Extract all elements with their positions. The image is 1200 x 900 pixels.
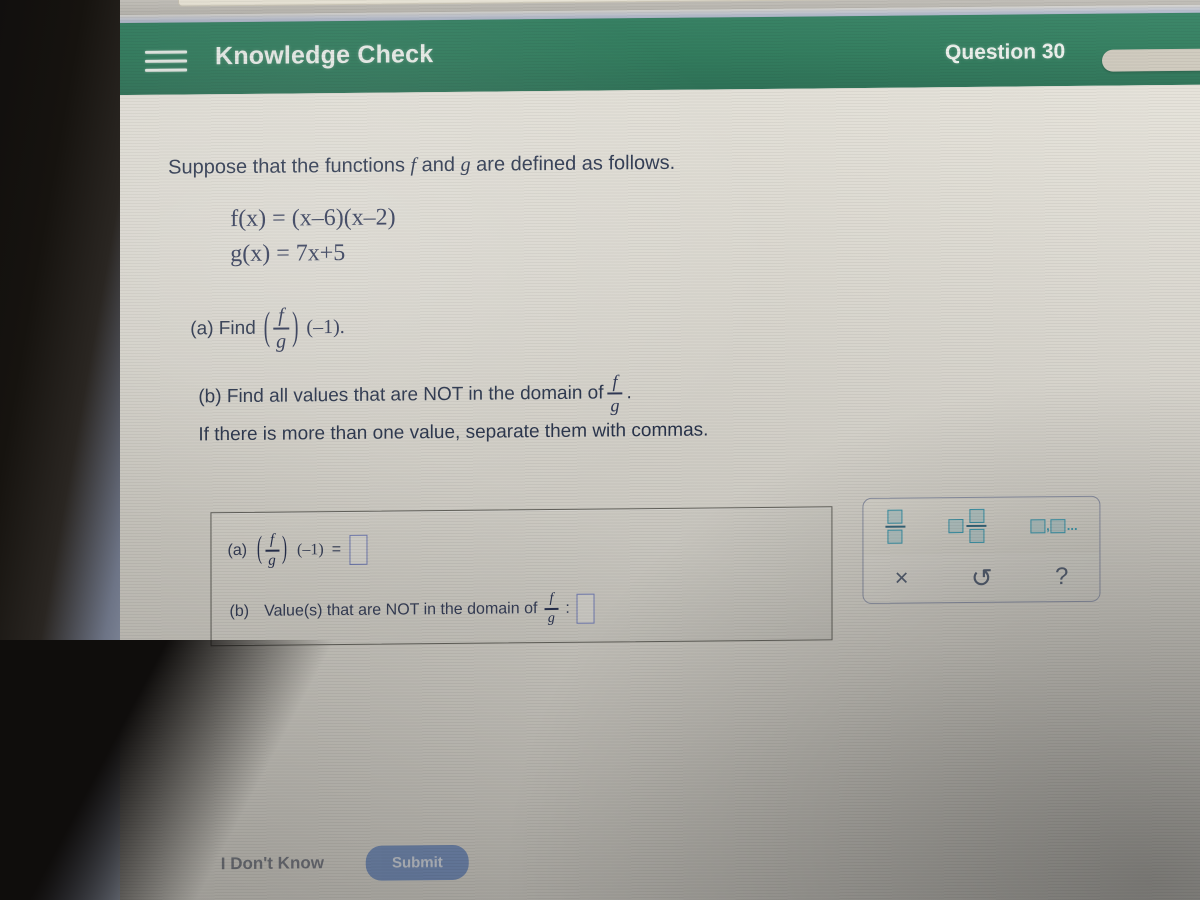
- fraction-denominator: g: [547, 610, 555, 626]
- fraction-bar: [265, 549, 280, 552]
- answer-b-colon: :: [565, 599, 570, 617]
- keypad-actions-row: × ↺ ?: [863, 552, 1100, 604]
- answer-a-equals: =: [331, 540, 342, 558]
- math-keypad: , ... × ↺ ?: [862, 495, 1101, 605]
- prompt-var-g: g: [460, 153, 471, 176]
- f-over-g-fraction: f g: [265, 531, 280, 569]
- function-definitions: f(x) = (x–6)(x–2) g(x) = 7x+5: [230, 200, 396, 271]
- right-paren: ): [282, 532, 288, 567]
- prompt-var-f: f: [410, 154, 417, 177]
- part-a-label: (a) Find: [190, 317, 256, 340]
- answer-b-fraction: f g: [544, 590, 559, 626]
- reload-icon[interactable]: ↻: [118, 0, 134, 2]
- right-paren: ): [292, 305, 299, 350]
- part-a-argument: (–1).: [306, 316, 345, 339]
- fraction-bar: [607, 392, 623, 395]
- fraction-denominator-slot-icon: [969, 528, 985, 543]
- fraction-numerator: f: [269, 531, 275, 548]
- progress-bar: [1102, 47, 1200, 72]
- fraction-numerator: f: [278, 304, 284, 327]
- question-footer: I Don't Know Submit: [221, 838, 701, 887]
- prompt-text-2: are defined as follows.: [476, 151, 676, 176]
- answer-a-argument: (–1): [297, 540, 324, 559]
- answer-row-b: (b) Value(s) that are NOT in the domain …: [229, 590, 595, 629]
- answer-a-expression: ( f g ): [255, 531, 289, 569]
- left-paren: (: [263, 305, 271, 350]
- fraction-bar-icon: [966, 524, 987, 528]
- app-header: Knowledge Check Question 30: [90, 12, 1200, 96]
- answer-row-a: (a) ( f g ) (–1) =: [227, 531, 368, 569]
- fraction-numerator-slot-icon: [969, 508, 985, 523]
- part-b-prompt: (b) Find all values that are NOT in the …: [198, 371, 632, 418]
- definition-g: g(x) = 7x+5: [230, 239, 346, 267]
- prompt-text-1: Suppose that the functions: [168, 154, 405, 179]
- f-over-g-fraction: f g: [273, 304, 290, 353]
- part-b-fraction: f g: [607, 371, 623, 416]
- fraction-denominator: g: [610, 394, 620, 416]
- fraction-button[interactable]: [885, 509, 906, 544]
- back-icon[interactable]: ‹: [36, 0, 42, 2]
- app-title: Knowledge Check: [215, 40, 434, 71]
- part-b-period: .: [626, 382, 632, 404]
- keypad-templates-row: , ...: [863, 497, 1099, 555]
- fraction-bar: [544, 607, 559, 610]
- fraction-denominator: g: [268, 552, 276, 569]
- fraction-denominator: g: [276, 330, 287, 353]
- whole-number-slot-icon: [948, 519, 964, 534]
- list-ellipsis: ...: [1066, 517, 1078, 533]
- fraction-numerator-slot-icon: [887, 509, 903, 524]
- answer-a-input[interactable]: [349, 534, 368, 565]
- left-paren: (: [257, 532, 263, 567]
- definition-f: f(x) = (x–6)(x–2): [230, 204, 396, 233]
- question-body: Suppose that the functions f and g are d…: [90, 84, 1200, 900]
- fraction-denominator-slot-icon: [887, 529, 903, 544]
- part-b-label: (b) Find all values that are NOT in the …: [198, 382, 604, 408]
- part-a-expression: ( f g ): [262, 304, 301, 353]
- photo-of-screen: ‹ ↻ □ https://www-awa.aleks.com/alekscgi…: [0, 0, 1200, 900]
- question-counter: Question 30: [945, 40, 1066, 65]
- mixed-fraction-icon: [966, 508, 987, 543]
- part-a-prompt: (a) Find ( f g ) (–1).: [190, 304, 345, 353]
- clear-icon[interactable]: ×: [895, 565, 909, 593]
- hamburger-icon[interactable]: [145, 44, 188, 74]
- fraction-numerator: f: [549, 590, 554, 607]
- list-slot-two-icon: [1050, 518, 1066, 533]
- list-button[interactable]: , ...: [1030, 517, 1078, 533]
- list-comma: ,: [1046, 517, 1050, 533]
- fraction-bar-icon: [885, 525, 906, 528]
- list-slot-one-icon: [1030, 518, 1046, 533]
- answer-panel: (a) ( f g ) (–1) = (b) Value(s) that are…: [210, 506, 833, 647]
- fraction-numerator: f: [612, 371, 618, 392]
- mixed-number-button[interactable]: [948, 508, 987, 543]
- submit-button[interactable]: Submit: [365, 844, 469, 881]
- prompt-text-and: and: [421, 153, 456, 177]
- fraction-bar: [273, 327, 290, 330]
- answer-a-label: (a): [227, 541, 248, 559]
- monitor-screen: ‹ ↻ □ https://www-awa.aleks.com/alekscgi…: [28, 0, 1200, 900]
- answer-b-text: Value(s) that are NOT in the domain of: [264, 599, 538, 620]
- part-b-note: If there is more than one value, separat…: [198, 419, 709, 446]
- question-prompt: Suppose that the functions f and g are d…: [168, 152, 675, 180]
- undo-icon[interactable]: ↺: [971, 562, 993, 593]
- dont-know-button[interactable]: I Don't Know: [221, 853, 324, 874]
- help-icon[interactable]: ?: [1055, 563, 1068, 591]
- answer-b-label: (b): [229, 602, 250, 620]
- answer-b-input[interactable]: [576, 593, 595, 624]
